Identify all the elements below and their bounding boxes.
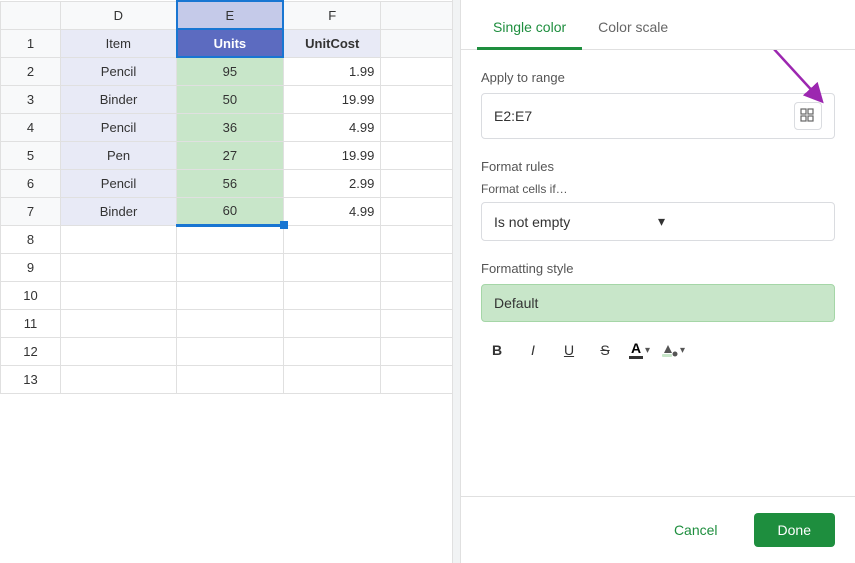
units-cell-3: 36 xyxy=(177,113,284,141)
extra-cell-2 xyxy=(381,85,460,113)
done-button[interactable]: Done xyxy=(754,513,835,547)
extra-cell-4 xyxy=(381,141,460,169)
fill-color-button[interactable]: ▾ xyxy=(658,339,689,361)
table-row: 4 Pencil 36 4.99 xyxy=(1,113,460,141)
font-color-bar xyxy=(629,356,643,359)
row-header-col xyxy=(1,1,61,29)
row-num-5: 5 xyxy=(1,141,61,169)
cost-cell-2: 19.99 xyxy=(283,85,381,113)
table-row: 3 Binder 50 19.99 xyxy=(1,85,460,113)
item-cell-3: Pencil xyxy=(61,113,177,141)
cost-cell-6: 4.99 xyxy=(283,197,381,225)
condition-value: Is not empty xyxy=(494,214,658,230)
item-cell-5: Pencil xyxy=(61,169,177,197)
header-units: Units xyxy=(177,29,284,57)
units-cell-1: 95 xyxy=(177,57,284,85)
bold-button[interactable]: B xyxy=(481,334,513,366)
format-if-label: Format cells if… xyxy=(481,182,835,196)
panel-body: Apply to range xyxy=(461,50,855,496)
empty-row-5: 12 xyxy=(1,337,460,365)
extra-cell-1 xyxy=(381,57,460,85)
format-rules-section: Format rules Format cells if… Is not emp… xyxy=(481,159,835,241)
table-row: 5 Pen 27 19.99 xyxy=(1,141,460,169)
underline-button[interactable]: U xyxy=(553,334,585,366)
item-cell-2: Binder xyxy=(61,85,177,113)
empty-row-2: 9 xyxy=(1,253,460,281)
spreadsheet-area: D E F 1 Item Units UnitCost 2 Pencil 95 … xyxy=(0,0,460,563)
formatting-style-label: Formatting style xyxy=(481,261,835,276)
font-color-swatch: A xyxy=(629,341,643,359)
col-header-d: D xyxy=(61,1,177,29)
formatting-style-section: Formatting style Default B I U S A ▾ xyxy=(481,261,835,366)
empty-row-3: 10 xyxy=(1,281,460,309)
font-color-button[interactable]: A ▾ xyxy=(625,337,654,363)
scrollbar[interactable] xyxy=(452,0,460,563)
fill-color-chevron: ▾ xyxy=(680,345,685,356)
italic-button[interactable]: I xyxy=(517,334,549,366)
range-input[interactable] xyxy=(494,108,794,124)
cancel-button[interactable]: Cancel xyxy=(650,513,742,547)
units-cell-2: 50 xyxy=(177,85,284,113)
apply-to-range-label: Apply to range xyxy=(481,70,835,85)
units-cell-6: 60 xyxy=(177,197,284,225)
sheet-table: D E F 1 Item Units UnitCost 2 Pencil 95 … xyxy=(0,0,460,394)
tab-single-color[interactable]: Single color xyxy=(477,7,582,50)
panel-tabs: Single color Color scale xyxy=(461,0,855,50)
strikethrough-button[interactable]: S xyxy=(589,334,621,366)
fill-bucket-icon xyxy=(662,343,678,357)
chevron-down-icon: ▾ xyxy=(658,213,822,230)
extra-cell-6 xyxy=(381,197,460,225)
table-row: 7 Binder 60 4.99 xyxy=(1,197,460,225)
header-item: Item xyxy=(61,29,177,57)
extra-cell-5 xyxy=(381,169,460,197)
selection-handle xyxy=(280,221,288,229)
empty-row-6: 13 xyxy=(1,365,460,393)
header-empty xyxy=(381,29,460,57)
row-num-2: 2 xyxy=(1,57,61,85)
default-style-box[interactable]: Default xyxy=(481,284,835,322)
condition-dropdown[interactable]: Is not empty ▾ xyxy=(481,202,835,241)
extra-cell-3 xyxy=(381,113,460,141)
units-cell-5: 56 xyxy=(177,169,284,197)
item-cell-6: Binder xyxy=(61,197,177,225)
table-row: 2 Pencil 95 1.99 xyxy=(1,57,460,85)
tab-color-scale[interactable]: Color scale xyxy=(582,7,684,50)
item-cell-1: Pencil xyxy=(61,57,177,85)
table-row-header: 1 Item Units UnitCost xyxy=(1,29,460,57)
empty-row-4: 11 xyxy=(1,309,460,337)
fill-color-swatch-group xyxy=(662,343,678,357)
cost-cell-3: 4.99 xyxy=(283,113,381,141)
row-num-1: 1 xyxy=(1,29,61,57)
row-num-3: 3 xyxy=(1,85,61,113)
row-num-6: 6 xyxy=(1,169,61,197)
grid-select-icon[interactable] xyxy=(794,102,822,130)
cost-cell-4: 19.99 xyxy=(283,141,381,169)
item-cell-4: Pen xyxy=(61,141,177,169)
header-unitcost: UnitCost xyxy=(283,29,381,57)
action-buttons: Cancel Done xyxy=(461,496,855,563)
row-num-7: 7 xyxy=(1,197,61,225)
units-cell-4: 27 xyxy=(177,141,284,169)
cost-cell-1: 1.99 xyxy=(283,57,381,85)
format-rules-label: Format rules xyxy=(481,159,835,174)
cost-cell-5: 2.99 xyxy=(283,169,381,197)
col-header-g xyxy=(381,1,460,29)
col-header-e: E xyxy=(177,1,284,29)
format-toolbar: B I U S A ▾ xyxy=(481,334,835,366)
table-row: 6 Pencil 56 2.99 xyxy=(1,169,460,197)
range-input-row[interactable] xyxy=(481,93,835,139)
row-num-4: 4 xyxy=(1,113,61,141)
font-color-chevron: ▾ xyxy=(645,345,650,356)
col-header-f: F xyxy=(283,1,381,29)
empty-row-1: 8 xyxy=(1,225,460,253)
formatting-panel: Single color Color scale Apply to range xyxy=(460,0,855,563)
